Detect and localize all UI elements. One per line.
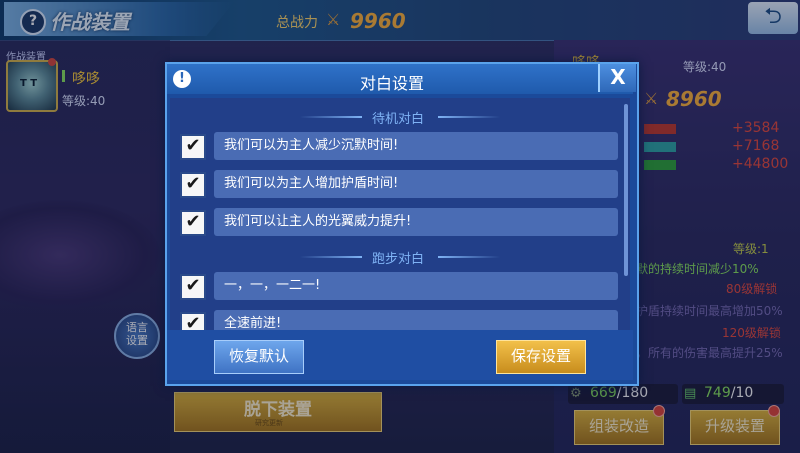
- section-divider-right: [438, 256, 500, 258]
- save-settings-button[interactable]: 保存设置: [496, 340, 586, 374]
- section-title-running: 跑步对白: [372, 252, 425, 267]
- dialogue-line-idle-2: 我们可以为主人增加护盾时间!: [214, 170, 618, 198]
- info-icon: !: [173, 70, 191, 88]
- section-divider-right: [438, 116, 500, 118]
- checkbox-run-1[interactable]: ✔: [180, 274, 206, 300]
- dialogue-line-idle-3: 我们可以让主人的光翼威力提升!: [214, 208, 618, 236]
- dialog-title: 对白设置: [360, 74, 425, 93]
- section-title-idle: 待机对白: [372, 112, 425, 127]
- restore-default-button[interactable]: 恢复默认: [214, 340, 304, 374]
- checkbox-idle-3[interactable]: ✔: [180, 210, 206, 236]
- checkbox-run-2[interactable]: ✔: [180, 312, 206, 330]
- section-divider-left: [300, 116, 362, 118]
- dialogue-line-idle-1: 我们可以为主人减少沉默时间!: [214, 132, 618, 160]
- checkbox-idle-2[interactable]: ✔: [180, 172, 206, 198]
- close-button[interactable]: X: [598, 64, 636, 92]
- checkbox-idle-1[interactable]: ✔: [180, 134, 206, 160]
- dialogue-line-run-1: 一，一，一二一!: [214, 272, 618, 300]
- section-divider-left: [300, 256, 362, 258]
- clipped-row-container: ✔ 全速前进!: [170, 310, 630, 330]
- dialog-scrollbar[interactable]: [624, 104, 628, 276]
- dialogue-line-run-2: 全速前进!: [214, 310, 618, 330]
